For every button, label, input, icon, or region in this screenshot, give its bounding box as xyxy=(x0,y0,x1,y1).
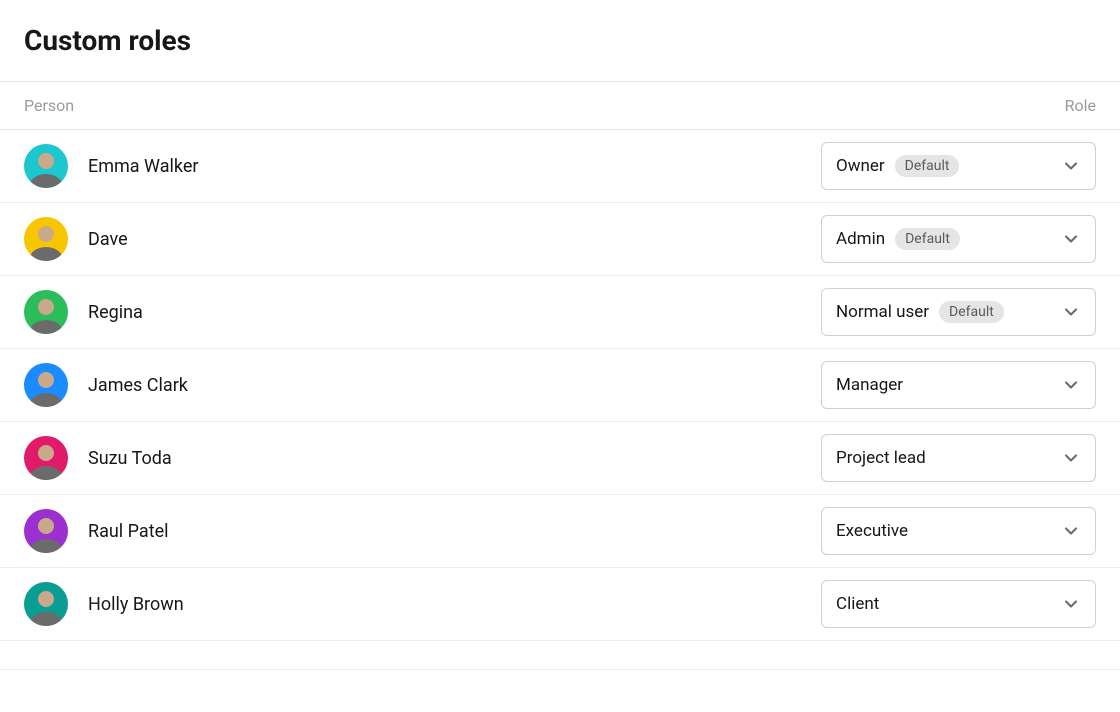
table-row: Regina Normal user Default xyxy=(0,276,1120,349)
role-label: Executive xyxy=(836,521,908,541)
default-badge: Default xyxy=(895,155,960,177)
chevron-down-icon xyxy=(1061,229,1081,249)
person-cell: Holly Brown xyxy=(24,582,184,626)
avatar xyxy=(24,144,68,188)
column-header-role: Role xyxy=(1065,96,1096,115)
table-row: Dave Admin Default xyxy=(0,203,1120,276)
role-label: Manager xyxy=(836,375,903,395)
avatar xyxy=(24,582,68,626)
person-name: Dave xyxy=(88,229,128,250)
page-title: Custom roles xyxy=(0,24,1120,81)
avatar xyxy=(24,290,68,334)
avatar xyxy=(24,363,68,407)
role-label: Project lead xyxy=(836,448,926,468)
person-name: Regina xyxy=(88,302,143,323)
role-select[interactable]: Client xyxy=(821,580,1096,628)
chevron-down-icon xyxy=(1061,521,1081,541)
avatar xyxy=(24,217,68,261)
avatar xyxy=(24,509,68,553)
avatar xyxy=(24,436,68,480)
person-name: James Clark xyxy=(88,375,188,396)
person-cell: Dave xyxy=(24,217,128,261)
column-header-person: Person xyxy=(24,96,74,115)
person-cell: Raul Patel xyxy=(24,509,169,553)
table-row: Emma Walker Owner Default xyxy=(0,130,1120,203)
table-row: Raul Patel Executive xyxy=(0,495,1120,568)
table-row: Suzu Toda Project lead xyxy=(0,422,1120,495)
default-badge: Default xyxy=(895,228,960,250)
person-cell: Emma Walker xyxy=(24,144,199,188)
chevron-down-icon xyxy=(1061,302,1081,322)
person-name: Raul Patel xyxy=(88,521,169,542)
chevron-down-icon xyxy=(1061,375,1081,395)
role-select[interactable]: Normal user Default xyxy=(821,288,1096,336)
table-row: Holly Brown Client xyxy=(0,568,1120,641)
role-select[interactable]: Owner Default xyxy=(821,142,1096,190)
role-select[interactable]: Manager xyxy=(821,361,1096,409)
role-select[interactable]: Admin Default xyxy=(821,215,1096,263)
table-row: James Clark Manager xyxy=(0,349,1120,422)
role-select[interactable]: Project lead xyxy=(821,434,1096,482)
person-name: Holly Brown xyxy=(88,594,184,615)
person-name: Emma Walker xyxy=(88,156,199,177)
person-cell: Regina xyxy=(24,290,143,334)
role-label: Admin xyxy=(836,229,885,249)
table-header: Person Role xyxy=(0,81,1120,130)
chevron-down-icon xyxy=(1061,156,1081,176)
default-badge: Default xyxy=(939,301,1004,323)
person-cell: James Clark xyxy=(24,363,188,407)
role-label: Normal user xyxy=(836,302,929,322)
chevron-down-icon xyxy=(1061,594,1081,614)
role-select[interactable]: Executive xyxy=(821,507,1096,555)
person-name: Suzu Toda xyxy=(88,448,172,469)
chevron-down-icon xyxy=(1061,448,1081,468)
role-label: Client xyxy=(836,594,879,614)
person-cell: Suzu Toda xyxy=(24,436,172,480)
role-label: Owner xyxy=(836,156,885,176)
footer-divider xyxy=(0,669,1120,670)
